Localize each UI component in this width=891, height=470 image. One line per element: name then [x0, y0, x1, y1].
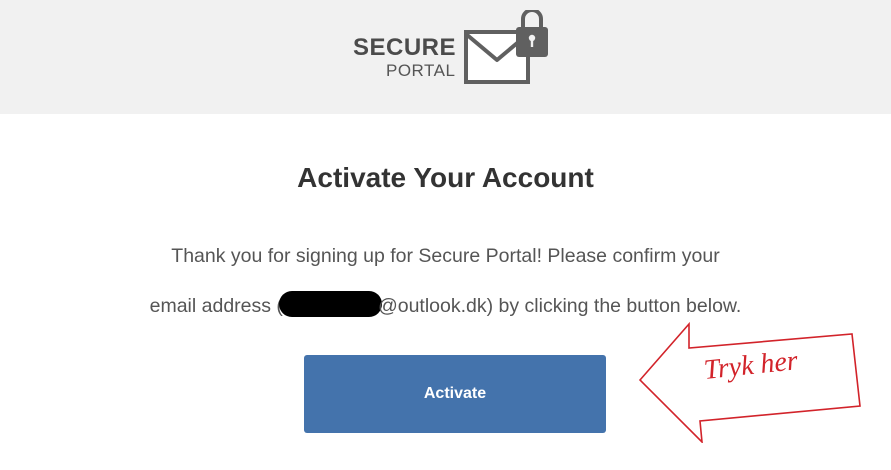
message-line-2-prefix: email address (: [149, 295, 283, 317]
redacted-email-block: [278, 291, 382, 317]
logo-text-secure: SECURE: [353, 34, 457, 61]
secure-portal-logo: SECURE PORTAL: [353, 10, 563, 90]
message-line-1: Thank you for signing up for Secure Port…: [171, 245, 720, 267]
logo-text-portal: PORTAL: [386, 61, 456, 80]
activate-button[interactable]: Activate: [304, 355, 606, 433]
message-line-2-email-domain: @outlook.dk) by clicking the button belo…: [377, 295, 742, 317]
envelope-lock-icon: [464, 10, 548, 84]
email-header: SECURE PORTAL: [0, 0, 891, 114]
page-title: Activate Your Account: [297, 162, 594, 193]
message-line-2: email address ( @outlook.dk) by clicking …: [0, 291, 891, 318]
